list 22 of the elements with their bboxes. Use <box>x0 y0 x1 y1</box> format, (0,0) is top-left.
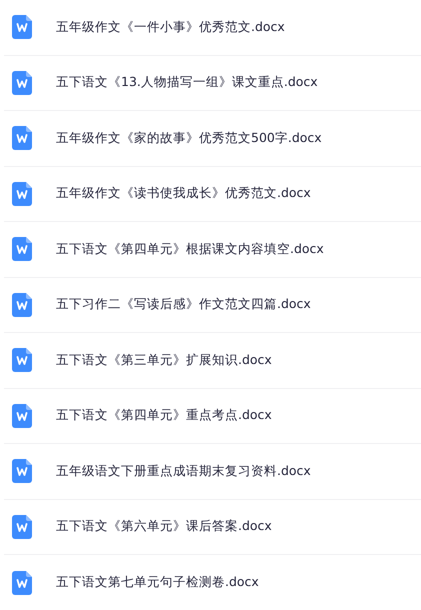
word-document-icon <box>12 404 32 428</box>
word-document-icon <box>12 237 32 262</box>
file-name[interactable]: 五年级作文《读书使我成长》优秀范文.docx <box>56 185 311 202</box>
word-document-icon <box>12 70 32 95</box>
file-name[interactable]: 五年级作文《家的故事》优秀范文500字.docx <box>56 130 322 147</box>
word-document-icon <box>12 514 32 539</box>
file-name[interactable]: 五下语文《第四单元》重点考点.docx <box>56 407 272 424</box>
file-name[interactable]: 五年级语文下册重点成语期末复习资料.docx <box>56 462 311 480</box>
word-document-icon <box>12 348 32 372</box>
file-name[interactable]: 五下语文《13.人物描写一组》课文重点.docx <box>56 74 318 92</box>
word-document-icon <box>12 15 32 40</box>
file-name[interactable]: 五下语文《第六单元》课后答案.docx <box>56 518 272 536</box>
file-name[interactable]: 五下语文第七单元句子检测卷.docx <box>56 574 259 592</box>
word-document-icon <box>12 459 32 484</box>
file-name[interactable]: 五下习作二《写读后感》作文范文四篇.docx <box>56 296 311 314</box>
file-name[interactable]: 五下语文《第三单元》扩展知识.docx <box>56 352 272 369</box>
word-document-icon <box>12 292 32 317</box>
file-name[interactable]: 五下语文《第四单元》根据课文内容填空.docx <box>56 240 324 258</box>
word-document-icon <box>12 182 32 206</box>
word-document-icon <box>12 126 32 150</box>
word-document-icon <box>12 570 32 595</box>
file-name[interactable]: 五年级作文《一件小事》优秀范文.docx <box>56 18 285 36</box>
